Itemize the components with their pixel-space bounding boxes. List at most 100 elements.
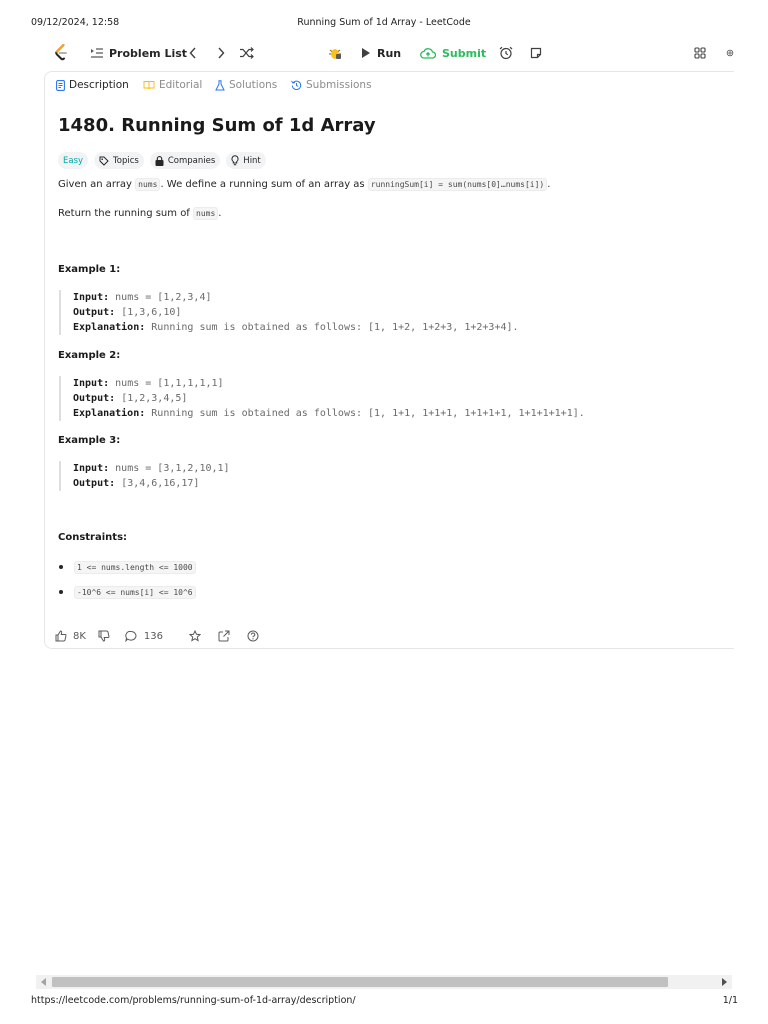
- example-block: Input: nums = [1,2,3,4] Output: [1,3,6,1…: [59, 290, 519, 335]
- example-block: Input: nums = [3,1,2,10,1] Output: [3,4,…: [59, 461, 230, 491]
- grid-layout-icon: [694, 47, 706, 59]
- chevron-right-icon: [218, 47, 225, 59]
- scroll-right-arrow-icon[interactable]: [722, 978, 727, 986]
- shuffle-icon: [240, 47, 254, 59]
- settings-button[interactable]: [726, 39, 734, 67]
- problem-footer: 8K 136: [55, 628, 259, 644]
- explanation-label: Explanation:: [73, 408, 146, 419]
- desc-text: Given an array: [58, 179, 136, 190]
- scrollbar-thumb[interactable]: [52, 977, 668, 987]
- problem-list-label: Problem List: [109, 46, 188, 60]
- flask-icon: [215, 79, 225, 90]
- companies-chip[interactable]: Companies: [149, 152, 221, 169]
- output-label: Output:: [73, 478, 116, 489]
- constraint-code: 1 <= nums.length <= 1000: [74, 560, 196, 574]
- example-block: Input: nums = [1,1,1,1,1] Output: [1,2,3…: [59, 376, 585, 421]
- share-button[interactable]: [218, 630, 230, 642]
- input-label: Input:: [73, 292, 110, 303]
- notes-button[interactable]: [530, 39, 542, 67]
- chevron-left-icon: [189, 47, 196, 59]
- submit-label: Submit: [442, 46, 487, 60]
- tag-icon: [99, 156, 109, 166]
- input-label: Input:: [73, 463, 110, 474]
- comments-button[interactable]: 136: [125, 630, 163, 642]
- timer-button[interactable]: [499, 39, 513, 67]
- run-label: Run: [377, 46, 402, 60]
- problem-list-button[interactable]: Problem List: [91, 39, 187, 67]
- page-number: 1/1: [722, 995, 738, 1006]
- bullet: [59, 565, 63, 569]
- comment-icon: [125, 630, 137, 642]
- example-heading: Example 1:: [58, 264, 121, 275]
- print-page-title: Running Sum of 1d Array - LeetCode: [297, 17, 471, 28]
- tab-description[interactable]: Description: [56, 78, 129, 92]
- input-label: Input:: [73, 378, 110, 389]
- help-button[interactable]: [247, 630, 259, 642]
- constraint-item: 1 <= nums.length <= 1000: [58, 559, 196, 575]
- like-button[interactable]: 8K: [55, 630, 86, 642]
- constraint-code: -10^6 <= nums[i] <= 10^6: [74, 585, 196, 599]
- layout-button[interactable]: [694, 39, 706, 67]
- input-value: nums = [1,1,1,1,1]: [115, 378, 224, 389]
- constraints-heading: Constraints:: [58, 532, 128, 543]
- print-header: 09/12/2024, 12:58 Running Sum of 1d Arra…: [0, 17, 768, 31]
- difficulty-badge: Easy: [58, 152, 89, 169]
- tab-label: Description: [69, 79, 129, 91]
- bug-icon: [329, 49, 341, 59]
- inline-code: nums: [193, 207, 219, 220]
- tab-label: Submissions: [306, 79, 372, 91]
- gear-icon: [726, 49, 734, 57]
- thumbs-up-icon: [55, 630, 67, 642]
- book-icon: [143, 81, 155, 90]
- top-toolbar: Problem List Run Submit: [44, 39, 744, 67]
- problem-tags: Easy Topics Companies Hint: [58, 152, 272, 170]
- explanation-value: Running sum is obtained as follows: [1, …: [151, 322, 519, 333]
- cloud-upload-icon: [420, 48, 436, 59]
- next-problem-button[interactable]: [217, 39, 225, 67]
- bullet: [59, 590, 63, 594]
- star-icon: [189, 630, 202, 642]
- explanation-label: Explanation:: [73, 322, 146, 333]
- submit-button[interactable]: Submit: [420, 39, 486, 67]
- topics-chip[interactable]: Topics: [94, 152, 144, 169]
- page-url: https://leetcode.com/problems/running-su…: [31, 995, 356, 1006]
- desc-text: .: [547, 179, 551, 190]
- problem-title[interactable]: 1480. Running Sum of 1d Array: [58, 115, 376, 136]
- output-value: [1,3,6,10]: [121, 307, 182, 318]
- play-icon: [362, 48, 370, 58]
- description-panel: Description Editorial Solutions Submissi…: [44, 71, 734, 649]
- input-value: nums = [3,1,2,10,1]: [115, 463, 230, 474]
- lock-icon: [155, 155, 164, 166]
- external-link-icon: [218, 630, 230, 642]
- previous-problem-button[interactable]: [189, 39, 197, 67]
- alarm-clock-icon: [499, 46, 513, 60]
- like-count: 8K: [73, 630, 86, 642]
- tab-solutions[interactable]: Solutions: [215, 78, 277, 92]
- run-button[interactable]: Run: [361, 39, 401, 67]
- output-label: Output:: [73, 307, 116, 318]
- leetcode-logo-icon[interactable]: [54, 39, 70, 67]
- constraint-item: -10^6 <= nums[i] <= 10^6: [58, 584, 196, 600]
- hint-chip[interactable]: Hint: [226, 152, 266, 169]
- history-icon: [291, 80, 302, 90]
- list-icon: [91, 48, 103, 58]
- horizontal-scrollbar[interactable]: [36, 975, 732, 989]
- description-paragraph: Given an array nums. We define a running…: [58, 178, 551, 191]
- example-heading: Example 2:: [58, 350, 121, 361]
- print-footer: https://leetcode.com/problems/running-su…: [0, 995, 768, 1009]
- favorite-button[interactable]: [189, 630, 202, 642]
- tab-editorial[interactable]: Editorial: [143, 78, 202, 92]
- tab-label: Solutions: [229, 79, 278, 91]
- question-circle-icon: [247, 630, 259, 642]
- companies-label: Companies: [167, 155, 216, 166]
- tab-submissions[interactable]: Submissions: [291, 78, 372, 92]
- debug-button[interactable]: [328, 39, 342, 67]
- return-paragraph: Return the running sum of nums.: [58, 207, 222, 220]
- random-problem-button[interactable]: [240, 39, 254, 67]
- scroll-left-arrow-icon[interactable]: [41, 978, 46, 986]
- input-value: nums = [1,2,3,4]: [115, 292, 212, 303]
- desc-text: .: [218, 208, 222, 219]
- dislike-button[interactable]: [98, 630, 110, 642]
- desc-text: Return the running sum of: [58, 208, 194, 219]
- panel-tabs: Description Editorial Solutions Submissi…: [45, 72, 734, 98]
